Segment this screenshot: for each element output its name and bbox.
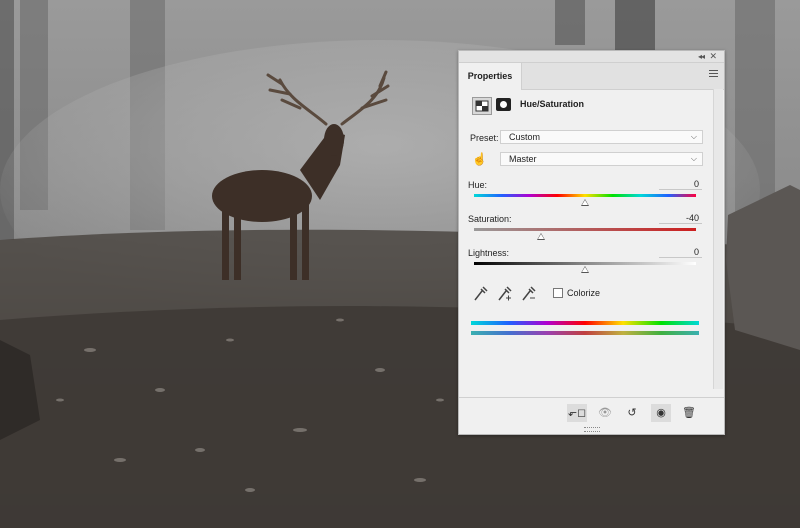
saturation-value-field[interactable]: -40	[659, 213, 702, 224]
preset-label: Preset:	[470, 133, 499, 143]
eyedropper-plus-icon[interactable]	[496, 285, 512, 303]
hue-label: Hue:	[468, 180, 488, 190]
panel-footer: ⬐◻ 👁 ↺ ◉ 🗑	[459, 397, 724, 434]
close-icon[interactable]: ✕	[709, 51, 717, 62]
preset-dropdown[interactable]: Custom ⌵	[500, 130, 703, 144]
colorize-label: Colorize	[567, 288, 601, 298]
chevron-down-icon: ⌵	[690, 132, 697, 141]
panel-title-bar[interactable]: ◂◂ ✕	[459, 51, 724, 63]
hue-value-field[interactable]: 0	[659, 179, 702, 190]
lightness-slider-track[interactable]	[474, 262, 696, 265]
channel-dropdown[interactable]: Master ⌵	[500, 152, 703, 166]
saturation-slider-thumb[interactable]	[537, 233, 545, 240]
lightness-label: Lightness:	[468, 248, 510, 258]
adjustment-title: Hue/Saturation	[520, 99, 585, 109]
saturation-slider-track[interactable]	[474, 228, 696, 231]
properties-panel: ◂◂ ✕ Properties Hue/Saturation Preset: C…	[458, 50, 725, 435]
view-previous-icon[interactable]: 👁	[595, 404, 615, 422]
lightness-value-field[interactable]: 0	[659, 247, 702, 258]
double-chevron-left-icon[interactable]: ◂◂	[698, 51, 705, 62]
eyedropper-icon[interactable]	[472, 285, 488, 303]
input-hue-spectrum	[471, 321, 699, 325]
tab-properties[interactable]: Properties	[459, 63, 522, 90]
tab-strip: Properties	[459, 63, 724, 90]
resize-grip[interactable]	[584, 427, 600, 432]
hue-slider-thumb[interactable]	[581, 199, 589, 206]
lightness-slider-thumb[interactable]	[581, 266, 589, 273]
chevron-down-icon: ⌵	[690, 154, 697, 163]
eye-icon[interactable]: ◉	[651, 404, 671, 422]
channel-value: Master	[509, 154, 537, 164]
layer-mask-icon[interactable]	[496, 98, 511, 111]
hue-slider-track[interactable]	[474, 194, 696, 197]
eyedropper-minus-icon[interactable]	[520, 285, 536, 303]
saturation-label: Saturation:	[468, 214, 512, 224]
trash-icon[interactable]: 🗑	[679, 404, 699, 422]
panel-scrollbar[interactable]	[713, 89, 723, 389]
output-hue-spectrum	[471, 331, 699, 335]
reset-icon[interactable]: ↺	[622, 404, 642, 422]
colorize-checkbox[interactable]	[553, 288, 563, 298]
clip-to-layer-icon[interactable]: ⬐◻	[567, 404, 587, 422]
hamburger-menu-icon[interactable]	[709, 70, 718, 78]
preset-value: Custom	[509, 132, 541, 142]
hand-adjust-icon[interactable]: ☝	[472, 152, 487, 166]
adjustment-layer-icon[interactable]	[472, 97, 492, 115]
